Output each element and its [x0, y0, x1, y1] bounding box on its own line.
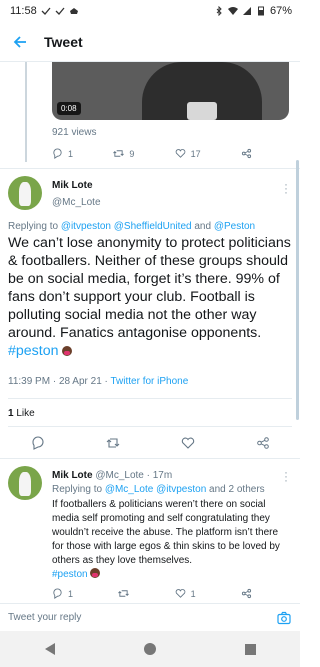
share-icon[interactable]: [256, 436, 270, 450]
like-button[interactable]: 17: [175, 148, 201, 159]
mention-link[interactable]: @SheffieldUnited: [114, 221, 192, 232]
avatar[interactable]: [8, 176, 42, 210]
wifi-icon: [227, 7, 238, 15]
tweet-time: 11:39 PM: [8, 376, 51, 387]
tweet-source[interactable]: Twitter for iPhone: [110, 376, 188, 387]
like-count: 17: [190, 148, 201, 159]
replying-to-prefix: Replying to: [8, 221, 61, 232]
reply-tweet-actions: 1 1: [52, 588, 252, 599]
reply-icon: [53, 588, 62, 599]
share-icon: [241, 148, 252, 159]
reply-header[interactable]: Mik Lote @Mc_Lote · 17m: [52, 470, 172, 481]
camera-button[interactable]: [276, 610, 292, 626]
tweet-text: We can’t lose anonymity to protect polit…: [8, 234, 292, 360]
author-name: Mik Lote: [52, 180, 93, 191]
back-arrow-icon: [13, 35, 26, 48]
cloud-icon: [69, 8, 78, 14]
likes-summary[interactable]: 1 Like: [8, 408, 35, 419]
reply-count: 1: [68, 588, 74, 599]
replying-to-suffix[interactable]: and 2 others: [206, 484, 265, 495]
divider: [0, 168, 300, 169]
reply-body: If footballers & politicians weren’t the…: [52, 499, 280, 566]
retweet-button[interactable]: 9: [113, 148, 134, 159]
tweet-actions: [0, 432, 300, 454]
like-button[interactable]: 1: [175, 588, 196, 599]
download-check-icon: [41, 7, 51, 15]
likes-label: Like: [16, 408, 35, 419]
mention-link[interactable]: @Mc_Lote @itvpeston: [105, 484, 206, 495]
video-frame-detail: [187, 102, 217, 120]
share-button[interactable]: [241, 588, 252, 599]
more-options-icon[interactable]: · · ·: [283, 178, 289, 198]
reply-text: If footballers & politicians weren’t the…: [52, 498, 292, 582]
heart-icon: [175, 149, 186, 158]
avatar-dog: [19, 472, 31, 496]
nav-home-icon[interactable]: [143, 643, 156, 655]
tweet-meta: 11:39 PM · 28 Apr 21 · Twitter for iPhon…: [8, 376, 189, 387]
heart-icon: [175, 589, 186, 598]
system-nav-bar: [0, 631, 300, 667]
page-title: Tweet: [44, 33, 83, 50]
author-name: Mik Lote: [52, 470, 93, 481]
tweet-body: We can’t lose anonymity to protect polit…: [8, 235, 291, 341]
download-check-icon: [55, 7, 65, 15]
nav-recents-icon[interactable]: [244, 643, 256, 655]
reply-icon: [53, 148, 62, 159]
thread-line: [25, 62, 27, 162]
reply-button[interactable]: 1: [52, 588, 73, 599]
mention-link[interactable]: @Peston: [214, 221, 255, 232]
retweet-icon[interactable]: [106, 436, 120, 450]
divider: [0, 458, 300, 459]
hashtag-link[interactable]: #peston: [8, 343, 59, 359]
signal-icon: [242, 7, 251, 15]
author-handle: @Mc_Lote: [52, 197, 101, 208]
retweet-button[interactable]: [118, 588, 130, 599]
hashtag-link[interactable]: #peston: [52, 569, 88, 580]
prev-tweet-actions: 1 9 17: [52, 148, 252, 159]
replying-to-and: and: [191, 221, 214, 232]
replying-to: Replying to @Mc_Lote @itvpeston and 2 ot…: [52, 484, 265, 495]
tweet-age: 17m: [152, 470, 173, 481]
more-options-icon[interactable]: · · ·: [283, 466, 289, 486]
share-button[interactable]: [241, 148, 252, 159]
heart-icon[interactable]: [181, 436, 195, 450]
like-count: 1: [190, 588, 196, 599]
view-count: 921 views: [52, 127, 97, 138]
likes-count: 1: [8, 408, 14, 419]
video-duration: 0:08: [57, 102, 81, 115]
app-bar: Tweet: [0, 22, 300, 62]
replying-to-prefix: Replying to: [52, 484, 105, 495]
tweet-date: 28 Apr 21: [58, 376, 102, 387]
reply-icon[interactable]: [31, 436, 45, 450]
retweet-icon: [118, 590, 130, 597]
battery-percent: 67%: [269, 5, 292, 17]
avatar[interactable]: [8, 466, 42, 500]
reply-count: 1: [68, 148, 74, 159]
mention-link[interactable]: @itvpeston: [61, 221, 111, 232]
compose-input[interactable]: Tweet your reply: [8, 612, 81, 623]
reply-composer[interactable]: Tweet your reply: [0, 603, 300, 631]
battery-icon: [257, 6, 264, 16]
reply-button[interactable]: 1: [52, 148, 73, 159]
camera-icon: [277, 611, 291, 624]
scrollbar[interactable]: [296, 160, 299, 420]
divider: [8, 398, 292, 399]
retweet-icon: [113, 150, 125, 157]
replying-to: Replying to @itvpeston @SheffieldUnited …: [8, 221, 255, 232]
share-icon: [241, 588, 252, 599]
bluetooth-icon: [216, 6, 222, 16]
back-button[interactable]: [0, 22, 40, 62]
author-block[interactable]: Mik Lote @Mc_Lote: [52, 180, 101, 208]
video-player[interactable]: 0:08: [52, 62, 289, 120]
avatar-dog: [19, 182, 31, 206]
retweet-count: 9: [129, 148, 135, 159]
status-bar: 11:58 67%: [0, 0, 300, 22]
divider: [8, 426, 292, 427]
status-time: 11:58: [10, 5, 37, 17]
emoji-icon: [90, 568, 101, 578]
emoji-icon: [62, 346, 73, 356]
author-handle: @Mc_Lote: [95, 470, 144, 481]
nav-back-icon[interactable]: [44, 643, 55, 655]
